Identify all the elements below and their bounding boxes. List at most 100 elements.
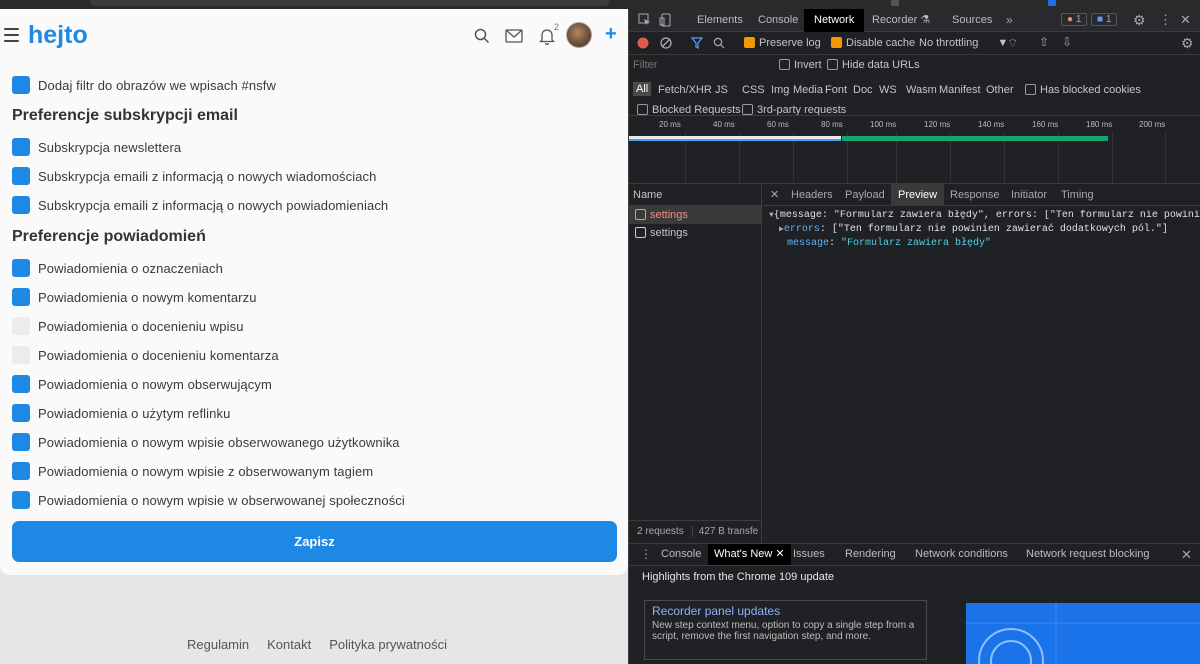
email-section-checkbox[interactable]	[12, 138, 30, 156]
tab-console[interactable]: Console	[758, 9, 798, 32]
type-filter-font[interactable]: Font	[825, 84, 847, 96]
notif-section-checkbox[interactable]	[12, 375, 30, 393]
close-drawer-icon[interactable]: ✕	[1181, 547, 1192, 563]
close-icon[interactable]: ✕	[1180, 12, 1191, 28]
notif-section-checkbox[interactable]	[12, 259, 30, 277]
email-section-option[interactable]: Subskrypcja emaili z informacją o nowych…	[12, 166, 376, 186]
type-filter-ws[interactable]: WS	[879, 84, 897, 96]
nsfw-filter-option[interactable]: Dodaj filtr do obrazów we wpisach #nsfw	[12, 75, 276, 95]
request-row[interactable]: settings	[629, 224, 761, 242]
footer-link-contact[interactable]: Kontakt	[267, 637, 311, 652]
notif-section-checkbox[interactable]	[12, 404, 30, 422]
tab-payload[interactable]: Payload	[845, 186, 885, 204]
email-section-checkbox[interactable]	[12, 196, 30, 214]
tab-elements[interactable]: Elements	[697, 9, 743, 32]
close-tab-icon[interactable]: ✕	[775, 548, 784, 560]
notif-section-option[interactable]: Powiadomienia o użytym reflinku	[12, 403, 230, 423]
drawer-tab-whats-new[interactable]: What's New ✕	[708, 544, 791, 565]
email-section-checkbox[interactable]	[12, 167, 30, 185]
footer-link-terms[interactable]: Regulamin	[187, 637, 249, 652]
kebab-menu-icon[interactable]: ⋮	[1159, 12, 1172, 28]
menu-icon[interactable]	[4, 28, 19, 42]
feature-card-title[interactable]: Recorder panel updates	[652, 604, 780, 618]
export-icon[interactable]: ⇩	[1062, 35, 1072, 49]
close-details-icon[interactable]: ✕	[770, 188, 779, 201]
tab-initiator[interactable]: Initiator	[1011, 186, 1047, 204]
type-filter-media[interactable]: Media	[793, 84, 823, 96]
save-button[interactable]: Zapisz	[12, 521, 617, 562]
tab-headers[interactable]: Headers	[791, 186, 833, 204]
filter-input[interactable]	[633, 57, 768, 73]
search-icon[interactable]	[471, 25, 493, 47]
notif-section-checkbox[interactable]	[12, 346, 30, 364]
email-section-option[interactable]: Subskrypcja newslettera	[12, 137, 181, 157]
notif-section-option[interactable]: Powiadomienia o nowym wpisie z obserwowa…	[12, 461, 373, 481]
footer-link-privacy[interactable]: Polityka prywatności	[329, 637, 447, 652]
notif-section-option[interactable]: Powiadomienia o oznaczeniach	[12, 258, 223, 278]
inspect-icon[interactable]	[638, 13, 651, 29]
drawer-tab-issues[interactable]: Issues	[793, 544, 825, 565]
blocked-cookies-checkbox[interactable]: Has blocked cookies	[1025, 84, 1141, 96]
feature-card[interactable]: Recorder panel updates New step context …	[644, 600, 927, 660]
notif-section-checkbox[interactable]	[12, 462, 30, 480]
type-filter-js[interactable]: JS	[715, 84, 728, 96]
preview-errors-row[interactable]: ▶errors: ["Ten formularz nie powinien za…	[779, 224, 1168, 235]
notif-section-checkbox[interactable]	[12, 433, 30, 451]
mail-icon[interactable]	[503, 25, 525, 47]
notif-section-option[interactable]: Powiadomienia o nowym wpisie obserwowane…	[12, 432, 400, 452]
filter-icon[interactable]	[690, 37, 704, 52]
preview-root[interactable]: ▼{message: "Formularz zawiera błędy", er…	[769, 210, 1200, 221]
nsfw-filter-checkbox[interactable]	[12, 76, 30, 94]
type-filter-other[interactable]: Other	[986, 84, 1014, 96]
hejto-logo[interactable]: hejto	[28, 19, 106, 51]
email-section-option[interactable]: Subskrypcja emaili z informacją o nowych…	[12, 195, 388, 215]
record-icon[interactable]	[637, 37, 649, 52]
device-toggle-icon[interactable]	[659, 13, 672, 30]
notif-section-option[interactable]: Powiadomienia o nowym komentarzu	[12, 287, 257, 307]
tab-sources[interactable]: Sources	[952, 9, 992, 32]
drawer-menu-icon[interactable]: ⋮	[640, 547, 652, 561]
type-filter-img[interactable]: Img	[771, 84, 789, 96]
error-counter[interactable]: ● 1	[1061, 13, 1088, 26]
notif-section-option[interactable]: Powiadomienia o docenieniu wpisu	[12, 316, 244, 336]
import-icon[interactable]: ⇧	[1039, 35, 1049, 49]
clear-icon[interactable]	[660, 37, 672, 52]
tab-timing[interactable]: Timing	[1061, 186, 1094, 204]
notif-section-option[interactable]: Powiadomienia o docenieniu komentarza	[12, 345, 279, 365]
gear-icon[interactable]: ⚙	[1133, 12, 1146, 29]
drawer-tab-network-conditions[interactable]: Network conditions	[915, 544, 1008, 565]
type-filter-doc[interactable]: Doc	[853, 84, 873, 96]
wifi-settings-icon[interactable]: ⌔	[1007, 36, 1018, 51]
type-filter-css[interactable]: CSS	[742, 84, 765, 96]
type-filter-manifest[interactable]: Manifest	[939, 84, 981, 96]
notif-section-checkbox[interactable]	[12, 288, 30, 306]
invert-checkbox[interactable]: Invert	[779, 59, 822, 71]
hide-data-urls-checkbox[interactable]: Hide data URLs	[827, 59, 920, 71]
notif-section-option[interactable]: Powiadomienia o nowym wpisie w obserwowa…	[12, 490, 405, 510]
type-filter-wasm[interactable]: Wasm	[906, 84, 937, 96]
request-row-error[interactable]: settings	[629, 206, 761, 224]
throttling-select[interactable]: No throttling ▼	[919, 37, 1008, 49]
tab-recorder[interactable]: Recorder ⚗	[872, 9, 930, 32]
name-column-header[interactable]: Name	[629, 184, 761, 206]
avatar[interactable]	[566, 22, 592, 48]
notif-section-option[interactable]: Powiadomienia o nowym obserwującym	[12, 374, 272, 394]
tab-network[interactable]: Network	[804, 9, 865, 32]
notif-section-checkbox[interactable]	[12, 491, 30, 509]
message-counter[interactable]: ■ 1	[1091, 13, 1118, 26]
disable-cache-checkbox[interactable]: Disable cache	[831, 37, 915, 49]
drawer-tab-console[interactable]: Console	[661, 544, 701, 565]
search-icon[interactable]	[713, 37, 725, 52]
drawer-tab-rendering[interactable]: Rendering	[845, 544, 896, 565]
tab-preview[interactable]: Preview	[891, 184, 945, 206]
add-icon[interactable]: +	[605, 24, 617, 44]
preserve-log-checkbox[interactable]: Preserve log	[744, 37, 821, 49]
more-tabs-icon[interactable]: »	[1006, 13, 1013, 27]
network-settings-gear-icon[interactable]: ⚙	[1181, 35, 1194, 52]
drawer-tab-request-blocking[interactable]: Network request blocking	[1026, 544, 1150, 565]
notif-section-checkbox[interactable]	[12, 317, 30, 335]
type-filter-all[interactable]: All	[633, 82, 652, 96]
tab-response[interactable]: Response	[950, 186, 1000, 204]
type-filter-fetch-xhr[interactable]: Fetch/XHR	[658, 84, 712, 96]
timeline-overview[interactable]: 20 ms 40 ms 60 ms 80 ms 100 ms 120 ms 140 ms 16…	[629, 115, 1200, 184]
